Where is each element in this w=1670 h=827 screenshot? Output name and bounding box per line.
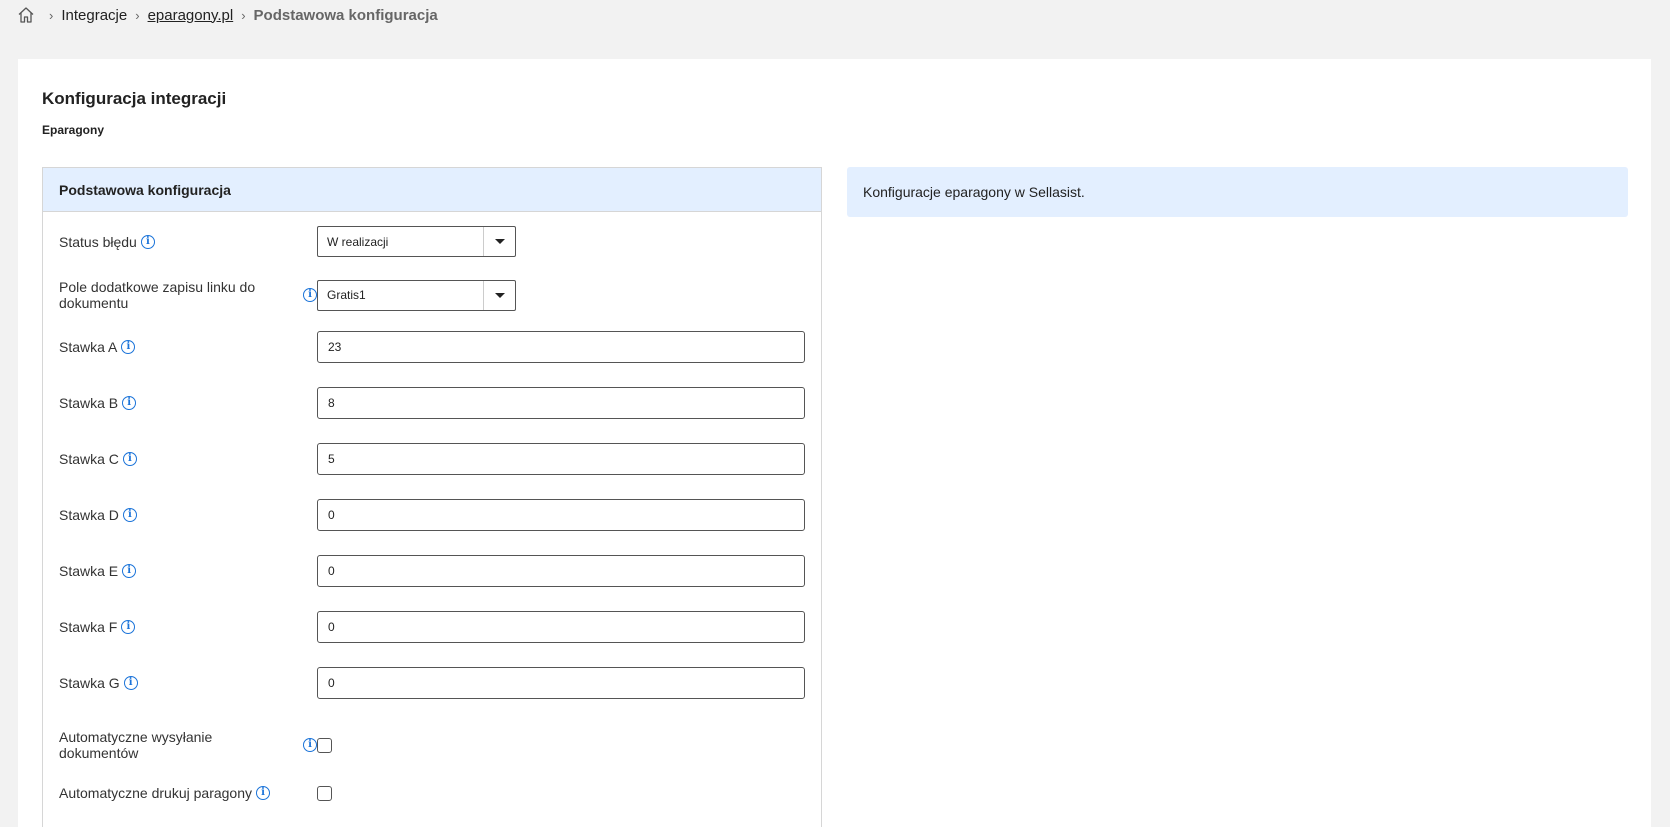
field-row-auto-send: Automatyczne wysyłanie dokumentów i: [59, 729, 805, 761]
field-label: Stawka F i: [59, 619, 317, 635]
breadcrumb: › Integracje › eparagony.pl › Podstawowa…: [17, 5, 438, 25]
field-label: Automatyczne drukuj paragony i: [59, 785, 317, 801]
field-row-rate-f: Stawka F i: [59, 611, 805, 643]
field-label: Status błędu i: [59, 234, 317, 250]
field-row-rate-c: Stawka C i: [59, 443, 805, 475]
main-card: Konfiguracja integracji Eparagony Podsta…: [18, 59, 1651, 827]
field-label: Stawka B i: [59, 395, 317, 411]
info-icon[interactable]: i: [122, 396, 137, 410]
rate-a-input[interactable]: [317, 331, 805, 363]
field-label: Stawka A i: [59, 339, 317, 355]
info-icon[interactable]: i: [140, 234, 155, 249]
dropdown-arrow-icon: [483, 227, 515, 256]
chevron-right-icon: ›: [241, 7, 246, 23]
rate-d-input[interactable]: [317, 499, 805, 531]
page-title: Konfiguracja integracji: [42, 89, 227, 108]
field-row-rate-g: Stawka G i: [59, 667, 805, 699]
field-row-rate-e: Stawka E i: [59, 555, 805, 587]
info-icon[interactable]: i: [122, 452, 137, 466]
info-icon[interactable]: i: [122, 508, 137, 522]
link-field-select[interactable]: Gratis1: [317, 279, 516, 311]
rate-b-input[interactable]: [317, 387, 805, 419]
info-icon[interactable]: i: [122, 564, 137, 578]
rate-e-input[interactable]: [317, 555, 805, 587]
error-status-select[interactable]: W realizacji: [317, 226, 516, 257]
page-subtitle: Eparagony: [42, 123, 105, 137]
breadcrumb-integracje[interactable]: Integracje: [61, 7, 127, 24]
field-row-rate-b: Stawka B i: [59, 387, 805, 419]
rate-c-input[interactable]: [317, 443, 805, 475]
field-label: Stawka G i: [59, 675, 317, 691]
rate-f-input[interactable]: [317, 611, 805, 643]
field-row-auto-print: Automatyczne drukuj paragony i: [59, 785, 805, 801]
field-row-rate-a: Stawka A i: [59, 331, 805, 363]
info-note: Konfiguracje eparagony w Sellasist.: [847, 167, 1628, 217]
breadcrumb-current: Podstawowa konfiguracja: [253, 6, 438, 24]
field-label: Stawka D i: [59, 507, 317, 523]
rate-g-input[interactable]: [317, 667, 805, 699]
panel-header: Podstawowa konfiguracja: [43, 168, 821, 212]
field-row-link-field: Pole dodatkowe zapisu linku do dokumentu…: [59, 279, 805, 311]
basic-config-panel: Podstawowa konfiguracja Status błędu i W…: [42, 167, 822, 827]
dropdown-arrow-icon: [483, 280, 515, 310]
field-label: Pole dodatkowe zapisu linku do dokumentu…: [59, 279, 317, 311]
info-icon[interactable]: i: [123, 676, 138, 690]
info-icon[interactable]: i: [121, 340, 136, 354]
field-row-rate-d: Stawka D i: [59, 499, 805, 531]
info-icon[interactable]: i: [256, 786, 270, 800]
field-row-error-status: Status błędu i W realizacji: [59, 226, 805, 257]
field-label: Stawka E i: [59, 563, 317, 579]
info-icon[interactable]: i: [303, 288, 317, 302]
auto-print-checkbox[interactable]: [317, 785, 332, 801]
field-label: Automatyczne wysyłanie dokumentów i: [59, 729, 317, 761]
home-icon[interactable]: [17, 6, 35, 24]
breadcrumb-eparagony-link[interactable]: eparagony.pl: [148, 7, 234, 24]
info-icon[interactable]: i: [121, 620, 136, 634]
auto-send-checkbox[interactable]: [317, 737, 332, 753]
info-icon[interactable]: i: [303, 738, 317, 752]
field-label: Stawka C i: [59, 451, 317, 467]
chevron-right-icon: ›: [135, 7, 140, 23]
chevron-right-icon: ›: [49, 7, 54, 23]
